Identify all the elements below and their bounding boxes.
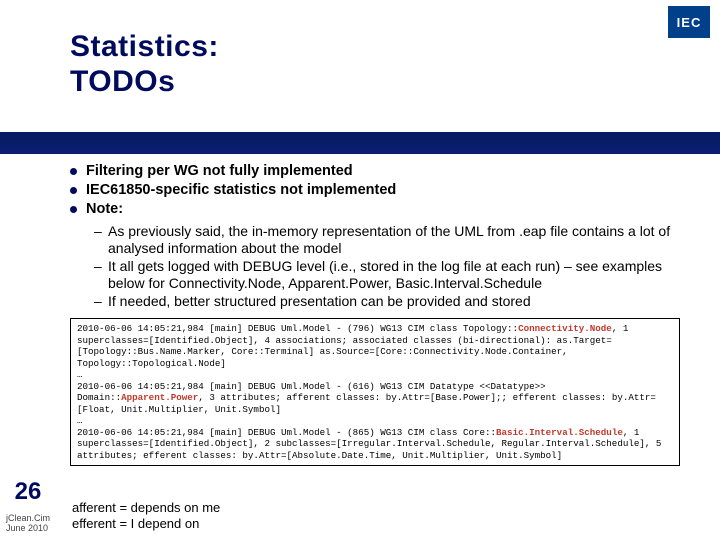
bullet-item: IEC61850-specific statistics not impleme… <box>70 181 680 200</box>
page-number: 26 <box>6 478 50 506</box>
legend-line-2: efferent = I depend on <box>72 516 199 531</box>
highlight-class: Apparent.Power <box>121 392 198 403</box>
bullet-item: Note: <box>70 200 680 219</box>
sub-bullet-item: If needed, better structured presentatio… <box>94 293 680 311</box>
legend-line-1: afferent = depends on me <box>72 500 220 515</box>
bullet-item: Filtering per WG not fully implemented <box>70 162 680 181</box>
highlight-class: Basic.Interval.Schedule <box>496 427 623 438</box>
sub-bullet-list: As previously said, the in-memory repres… <box>70 223 680 311</box>
footer: jClean.Cim June 2010 <box>6 514 56 534</box>
sub-bullet-item: As previously said, the in-memory repres… <box>94 223 680 258</box>
log-line: 2010-06-06 14:05:21,984 [main] DEBUG Uml… <box>77 427 661 461</box>
footer-line-1: jClean.Cim <box>6 513 50 523</box>
highlight-class: Connectivity.Node <box>518 323 612 334</box>
title-line-1: Statistics: <box>70 30 219 63</box>
log-output-box: 2010-06-06 14:05:21,984 [main] DEBUG Uml… <box>70 318 680 466</box>
bullet-list: Filtering per WG not fully implemented I… <box>70 162 680 219</box>
title-line-2: TODOs <box>70 65 175 98</box>
ellipsis: … <box>77 415 673 427</box>
log-line: 2010-06-06 14:05:21,984 [main] DEBUG Uml… <box>77 381 656 415</box>
slide-title: Statistics: TODOs <box>70 30 680 99</box>
sub-bullet-item: It all gets logged with DEBUG level (i.e… <box>94 258 680 293</box>
title-band <box>0 132 720 154</box>
footer-line-2: June 2010 <box>6 523 48 533</box>
log-line: 2010-06-06 14:05:21,984 [main] DEBUG Uml… <box>77 323 628 369</box>
legend: afferent = depends on me efferent = I de… <box>72 500 220 533</box>
ellipsis: … <box>77 369 673 381</box>
content-area: Filtering per WG not fully implemented I… <box>70 162 680 466</box>
